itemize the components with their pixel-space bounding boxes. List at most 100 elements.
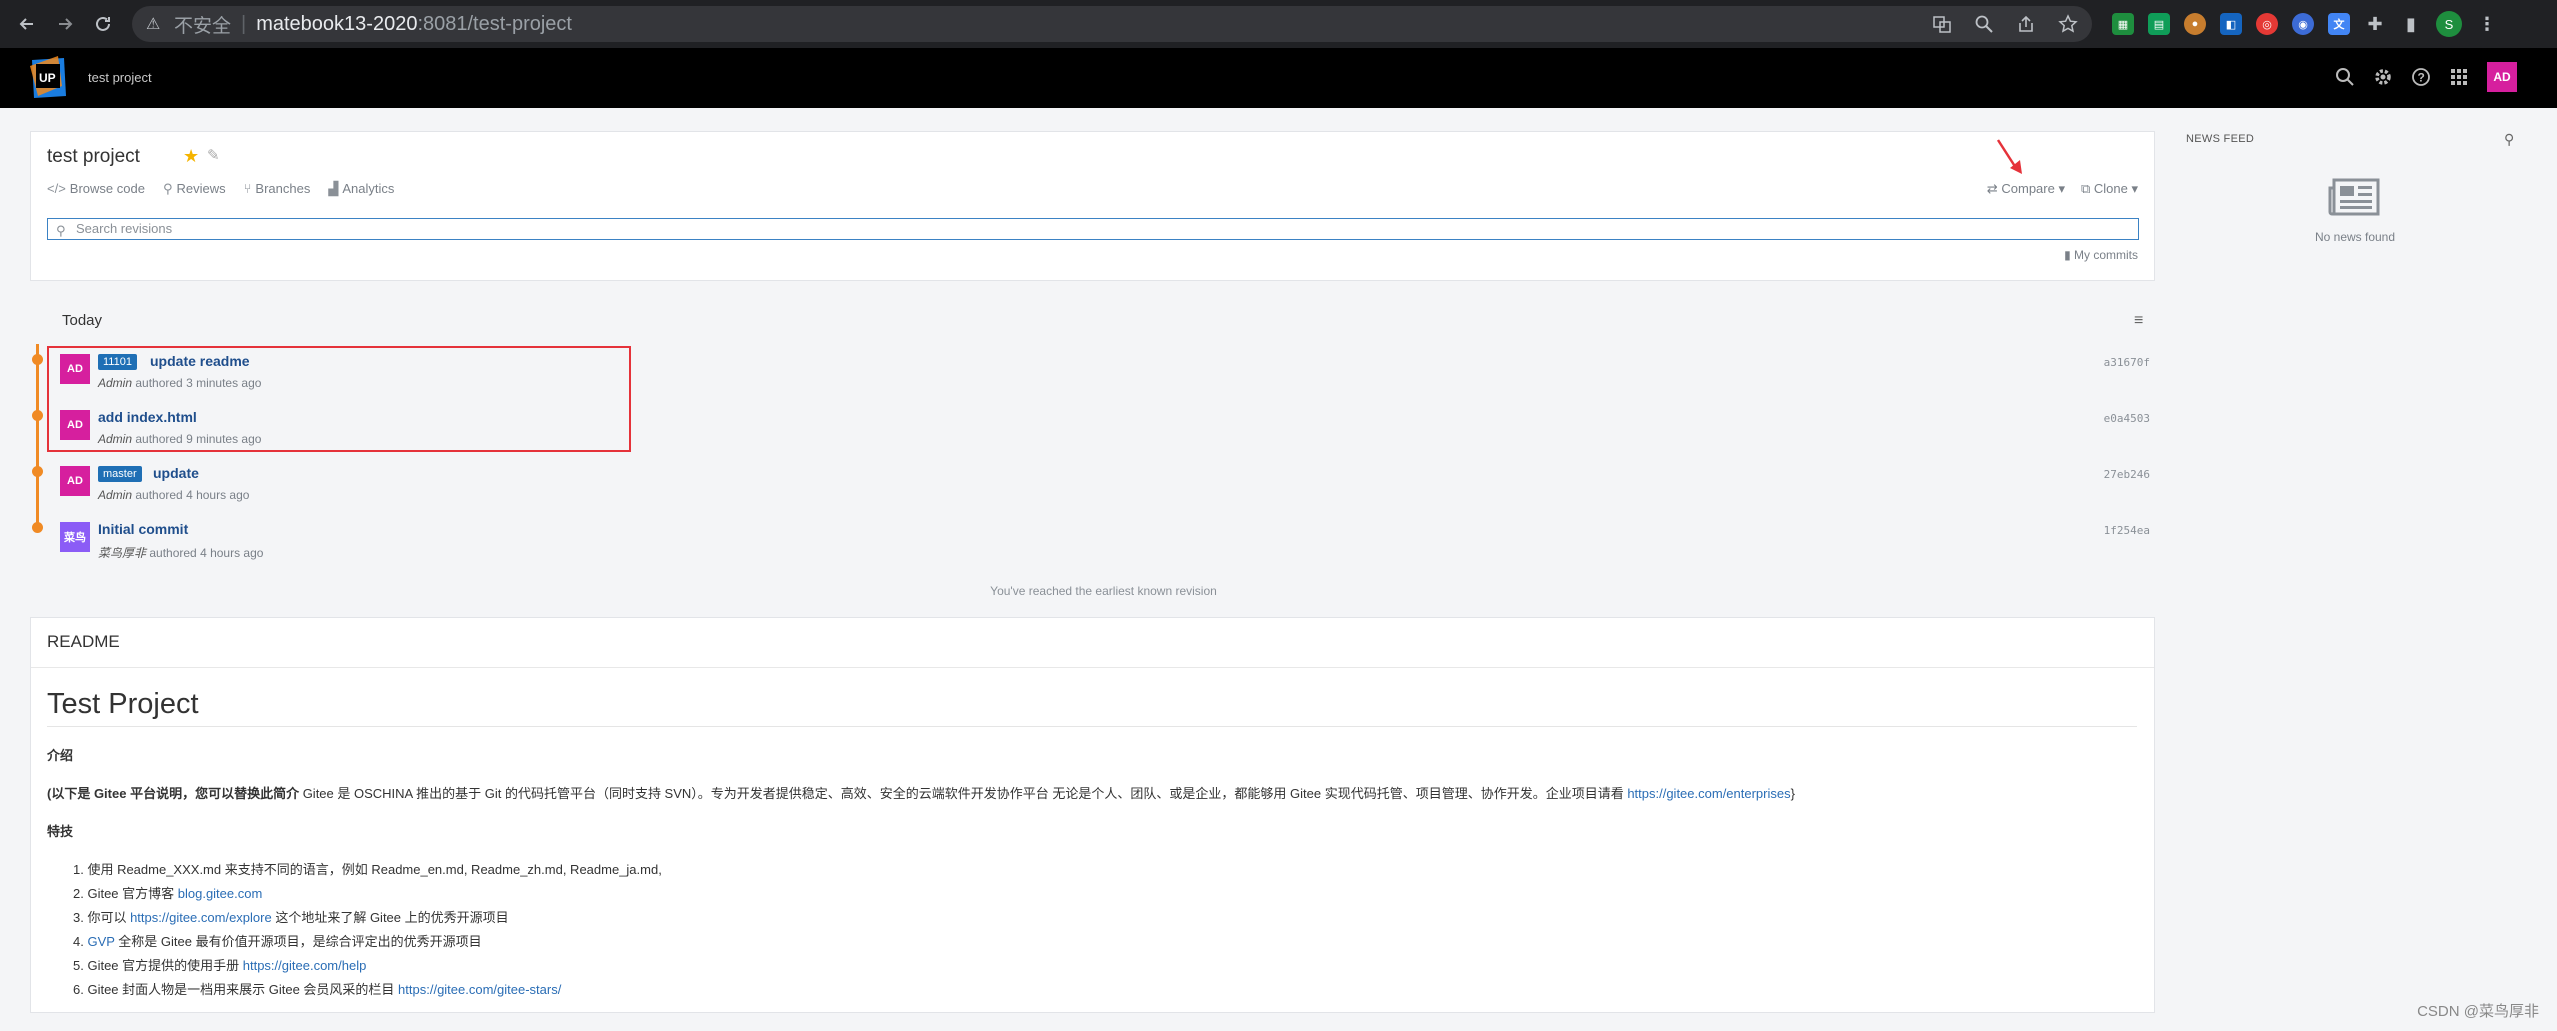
nav-analytics[interactable]: ▟ Analytics xyxy=(328,181,394,197)
timeline-line xyxy=(36,344,39,530)
commit-avatar: AD xyxy=(60,354,90,384)
search-icon: ⚲ xyxy=(56,223,66,238)
commit-meta: 菜鸟厚非 authored 4 hours ago xyxy=(98,546,264,560)
chrome-extension-icon[interactable]: ◉ xyxy=(2292,13,2314,35)
branch-tag[interactable]: master xyxy=(98,466,142,482)
omnibox-actions xyxy=(1932,6,2078,42)
earliest-revision-note: You've reached the earliest known revisi… xyxy=(990,584,1217,598)
zoom-icon[interactable] xyxy=(1974,14,1994,34)
commit-hash[interactable]: 1f254ea xyxy=(2104,524,2150,537)
nav-browse-code[interactable]: </> Browse code xyxy=(47,181,145,197)
list-item: 5. Gitee 官方提供的使用手册 https://gitee.com/hel… xyxy=(73,958,367,973)
commit-row[interactable]: AD add index.html Admin authored 9 minut… xyxy=(60,408,2150,458)
commit-message[interactable]: update xyxy=(153,465,199,481)
outlook-extension-icon[interactable]: ◧ xyxy=(2220,13,2242,35)
commit-meta: Admin authored 4 hours ago xyxy=(98,488,250,502)
security-label: 不安全 xyxy=(174,15,232,37)
list-item: 2. Gitee 官方博客 blog.gitee.com xyxy=(73,886,263,901)
tab-extension-icon[interactable]: ▤ xyxy=(2148,13,2170,35)
my-commits-toggle[interactable]: ▮ My commits xyxy=(2064,248,2138,262)
timeline-dot xyxy=(32,466,43,477)
list-item: 6. Gitee 封面人物是一档用来展示 Gitee 会员风采的栏目 https… xyxy=(73,982,562,997)
share-icon[interactable] xyxy=(2016,14,2036,34)
nav-branches[interactable]: ⑂ Branches xyxy=(244,181,311,197)
commit-hash[interactable]: e0a4503 xyxy=(2104,412,2150,425)
bookmark-star-icon[interactable] xyxy=(2058,14,2078,34)
commit-row[interactable]: AD master update Admin authored 4 hours … xyxy=(60,464,2150,514)
cookie-extension-icon[interactable]: ● xyxy=(2184,13,2206,35)
edit-pencil-icon[interactable]: ✎ xyxy=(207,146,220,164)
commit-hash[interactable]: a31670f xyxy=(2104,356,2150,369)
compare-icon: ⇄ xyxy=(1986,181,2002,196)
bookmark-icon: ▮ xyxy=(2064,248,2074,262)
translate-extension-icon[interactable]: 文 xyxy=(2328,13,2350,35)
gear-icon[interactable] xyxy=(2373,67,2393,87)
url-separator: | xyxy=(241,12,247,35)
commit-row[interactable]: AD 11101 update readme Admin authored 3 … xyxy=(60,352,2150,402)
timeline-dot xyxy=(32,354,43,365)
more-menu-icon[interactable]: ⋮ xyxy=(2476,13,2498,35)
commit-message[interactable]: Initial commit xyxy=(98,521,188,537)
commit-row[interactable]: 菜鸟 Initial commit 菜鸟厚非 authored 4 hours … xyxy=(60,520,2150,570)
watermark: CSDN @菜鸟厚非 xyxy=(2417,1003,2539,1020)
list-item: 1. 使用 Readme_XXX.md 来支持不同的语言，例如 Readme_e… xyxy=(73,862,662,877)
search-revisions-input[interactable]: ⚲ Search revisions xyxy=(47,218,2139,240)
enterprises-link[interactable]: https://gitee.com/enterprises xyxy=(1627,786,1790,801)
upsource-logo[interactable]: UP xyxy=(28,56,68,100)
sheets-extension-icon[interactable]: ▦ xyxy=(2112,13,2134,35)
help-icon[interactable]: ? xyxy=(2411,67,2431,87)
apps-grid-icon[interactable] xyxy=(2449,67,2469,87)
search-icon[interactable] xyxy=(2335,67,2355,87)
clone-button[interactable]: ⧉ Clone ▾ xyxy=(2081,181,2138,197)
readme-panel: README Test Project 介绍 (以下是 Gitee 平台说明，您… xyxy=(30,617,2155,1013)
commit-avatar: 菜鸟 xyxy=(60,522,90,552)
code-icon: </> xyxy=(47,181,66,196)
address-bar[interactable]: ⚠ 不安全 | matebook13-2020 :8081/test-proje… xyxy=(132,6,2092,42)
chart-icon: ▟ xyxy=(328,181,339,196)
commit-message[interactable]: update readme xyxy=(150,353,250,369)
search-placeholder: Search revisions xyxy=(76,221,173,236)
stars-link[interactable]: https://gitee.com/gitee-stars/ xyxy=(398,982,561,997)
commit-message[interactable]: add index.html xyxy=(98,409,197,425)
blog-link[interactable]: blog.gitee.com xyxy=(178,886,263,901)
header-project-name[interactable]: test project xyxy=(88,70,152,85)
divider xyxy=(31,667,2154,668)
project-actions: ⇄ Compare ▾ ⧉ Clone ▾ xyxy=(1987,181,2138,197)
favorite-star-icon[interactable]: ★ xyxy=(183,146,199,167)
project-nav: </> Browse code ⚲ Reviews ⑂ Branches ▟ Analy… xyxy=(47,181,394,197)
sidebar-icon[interactable]: ▮ xyxy=(2400,13,2422,35)
profile-avatar[interactable]: S xyxy=(2436,11,2462,37)
news-search-icon[interactable]: ⚲ xyxy=(2504,131,2514,148)
compare-button[interactable]: ⇄ Compare ▾ xyxy=(1987,181,2065,197)
list-item: 3. 你可以 https://gitee.com/explore 这个地址来了解… xyxy=(73,910,509,925)
timeline-dot xyxy=(32,410,43,421)
clone-icon: ⧉ xyxy=(2080,181,2094,196)
header-actions: ? AD xyxy=(2335,62,2517,92)
readme-header: README xyxy=(47,632,120,651)
help-link[interactable]: https://gitee.com/help xyxy=(243,958,367,973)
commit-tag[interactable]: 11101 xyxy=(98,354,137,370)
commit-avatar: AD xyxy=(60,410,90,440)
list-item: 4. GVP 全称是 Gitee 最有价值开源项目，是综合评定出的优秀开源项目 xyxy=(73,934,482,949)
features-heading: 特技 xyxy=(47,824,74,839)
explore-link[interactable]: https://gitee.com/explore xyxy=(130,910,272,925)
warning-icon: ⚠ xyxy=(146,16,161,33)
nav-reviews[interactable]: ⚲ Reviews xyxy=(163,181,226,197)
forward-icon[interactable] xyxy=(48,7,82,41)
news-empty-message: No news found xyxy=(2314,230,2396,244)
project-title: test project xyxy=(47,146,140,167)
puzzle-icon[interactable]: ✚ xyxy=(2364,13,2386,35)
commit-hash[interactable]: 27eb246 xyxy=(2104,468,2150,481)
history-group-label: Today xyxy=(62,312,103,329)
news-feed-label: NEWS FEED xyxy=(2186,133,2255,145)
user-avatar[interactable]: AD xyxy=(2487,62,2517,92)
gvp-link[interactable]: GVP xyxy=(87,934,114,949)
commit-avatar: AD xyxy=(60,466,90,496)
intro-heading: 介绍 xyxy=(47,748,74,763)
back-icon[interactable] xyxy=(10,7,44,41)
reload-icon[interactable] xyxy=(86,7,120,41)
annotation-arrow-icon xyxy=(1996,139,2022,174)
translate-icon[interactable] xyxy=(1932,14,1952,34)
list-view-icon[interactable]: ≡ xyxy=(2134,312,2143,330)
colorful-extension-icon[interactable]: ◎ xyxy=(2256,13,2278,35)
